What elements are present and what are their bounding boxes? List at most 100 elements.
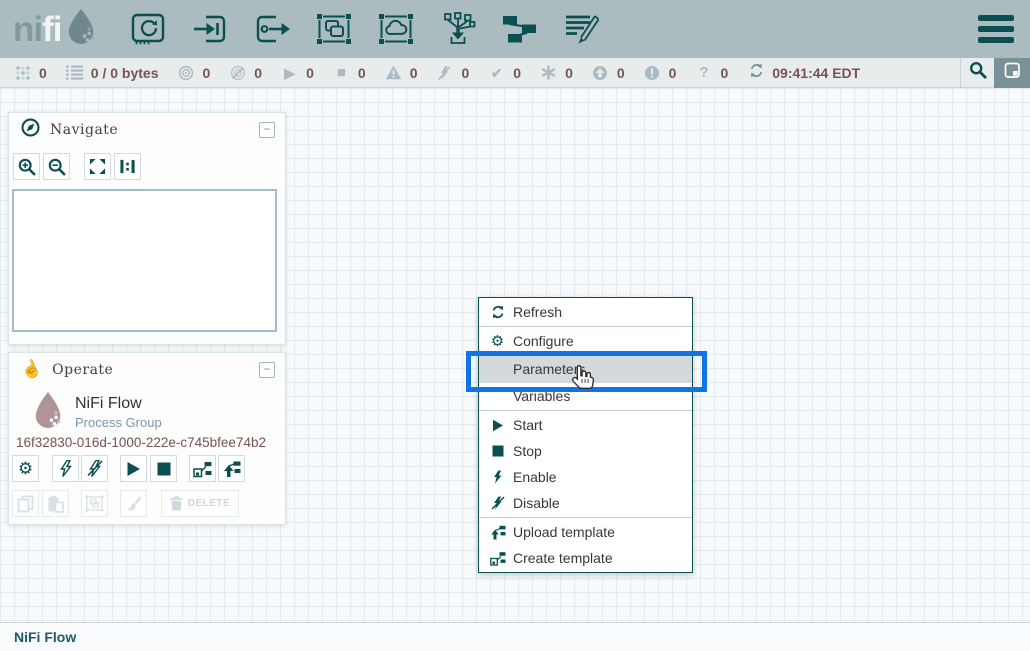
up-to-date-count: 0 <box>513 65 521 81</box>
bolt-icon <box>489 470 506 484</box>
play-icon <box>489 419 506 432</box>
delete-button-label: DELETE <box>188 498 230 509</box>
create-template-icon <box>193 460 212 478</box>
menu-item-upload-template[interactable]: Upload template <box>479 519 692 545</box>
funnel-icon[interactable] <box>438 11 478 47</box>
operate-panel: ☝ Operate − NiFi Flow Process Group 16f3… <box>8 352 286 525</box>
stop-button[interactable] <box>150 455 177 482</box>
selection-id: 16f32830-016d-1000-222e-c745bfee74b2 <box>16 435 266 450</box>
zoom-out-button[interactable] <box>43 153 70 180</box>
sync-failure-count: 0 <box>720 65 728 81</box>
menu-item-variables[interactable]: Variables <box>479 383 692 409</box>
configure-button[interactable]: ⚙ <box>12 455 39 482</box>
menu-item-label: Configure <box>513 333 574 349</box>
upload-template-icon <box>222 460 241 478</box>
upload-template-button[interactable] <box>218 455 245 482</box>
menu-item-label: Upload template <box>513 524 615 540</box>
paste-icon <box>47 495 64 513</box>
start-button[interactable] <box>120 455 147 482</box>
transmitting-icon <box>178 65 195 81</box>
stat-queued: 0 / 0 bytes <box>66 65 159 81</box>
stat-running: ▶ 0 <box>281 65 314 81</box>
status-bar: 0 0 / 0 bytes 0 0 ▶ 0 ■ 0 0 <box>0 58 1030 88</box>
menu-item-label: Stop <box>513 443 542 459</box>
group-button[interactable] <box>81 490 108 517</box>
template-icon[interactable] <box>500 11 540 47</box>
active-threads-count: 0 <box>39 65 47 81</box>
breadcrumb-root[interactable]: NiFi Flow <box>14 629 76 645</box>
selection-type: Process Group <box>75 415 162 430</box>
copy-button[interactable] <box>12 490 39 517</box>
upload-template-icon <box>489 525 506 540</box>
menu-item-refresh[interactable]: Refresh <box>479 299 692 325</box>
menu-item-label: Enable <box>513 469 557 485</box>
bolt-slash-icon <box>489 496 506 510</box>
component-toolbar <box>128 0 624 58</box>
zoom-fit-button[interactable] <box>84 153 111 180</box>
menu-item-label: Disable <box>513 495 560 511</box>
output-port-icon[interactable] <box>252 11 292 47</box>
group-icon <box>85 495 104 512</box>
refresh-icon <box>489 305 506 319</box>
process-group-icon[interactable] <box>314 11 354 47</box>
processor-icon[interactable] <box>128 11 168 47</box>
stat-transmitting: 0 <box>178 65 211 81</box>
enable-button[interactable] <box>52 455 79 482</box>
operate-collapse-button[interactable]: − <box>259 362 275 378</box>
menu-separator <box>479 517 692 518</box>
operate-panel-header: ☝ Operate − <box>9 353 285 387</box>
settings-icon <box>1004 62 1021 84</box>
menu-item-label: Refresh <box>513 304 562 320</box>
menu-item-configure[interactable]: ⚙ Configure <box>479 328 692 354</box>
queued-icon <box>66 65 83 80</box>
bolt-slash-icon <box>87 460 103 477</box>
actual-size-button[interactable] <box>114 153 141 180</box>
refresh-icon[interactable] <box>749 63 764 83</box>
running-count: 0 <box>306 65 314 81</box>
stopped-icon: ■ <box>333 65 350 80</box>
stat-disabled: 0 <box>436 65 469 81</box>
stat-stale: 0 <box>592 65 625 81</box>
nifi-droplet-icon <box>64 6 98 51</box>
input-port-icon[interactable] <box>190 11 230 47</box>
copy-icon <box>17 495 34 513</box>
stat-stopped: ■ 0 <box>333 65 366 81</box>
nifi-app: nifi <box>0 0 1030 651</box>
running-icon: ▶ <box>281 66 298 80</box>
disabled-count: 0 <box>461 65 469 81</box>
selection-name: NiFi Flow <box>75 395 162 413</box>
stat-locally-modified-stale: 0 <box>644 65 677 81</box>
delete-button[interactable]: DELETE <box>161 490 239 517</box>
play-icon <box>126 461 141 477</box>
stat-invalid: 0 <box>385 65 418 81</box>
menu-item-start[interactable]: Start <box>479 412 692 438</box>
navigate-collapse-button[interactable]: − <box>259 122 275 138</box>
stat-sync-failure: ? 0 <box>695 65 728 81</box>
color-button[interactable] <box>120 490 147 517</box>
search-button[interactable] <box>961 58 994 88</box>
menu-item-disable[interactable]: Disable <box>479 490 692 516</box>
settings-button[interactable] <box>994 58 1030 88</box>
menu-item-create-template[interactable]: Create template <box>479 545 692 571</box>
create-template-button[interactable] <box>189 455 216 482</box>
menu-item-stop[interactable]: Stop <box>479 438 692 464</box>
invalid-icon <box>385 65 402 80</box>
disable-button[interactable] <box>81 455 108 482</box>
search-icon <box>969 61 987 84</box>
zoom-in-button[interactable] <box>13 153 40 180</box>
menu-item-enable[interactable]: Enable <box>479 464 692 490</box>
compass-icon <box>21 118 40 142</box>
stop-icon <box>157 462 171 476</box>
label-icon[interactable] <box>562 11 602 47</box>
menu-separator <box>479 326 692 327</box>
global-menu-icon[interactable] <box>978 15 1014 43</box>
logo-text-fi: fi <box>42 7 61 53</box>
hand-icon: ☝ <box>18 357 45 383</box>
refresh-status[interactable]: 09:41:44 EDT <box>749 63 860 83</box>
menu-item-parameters[interactable]: Parameters <box>479 354 692 383</box>
paste-button[interactable] <box>42 490 69 517</box>
remote-process-group-icon[interactable] <box>376 11 416 47</box>
stale-icon <box>592 65 609 81</box>
birdseye-minimap[interactable] <box>12 189 277 332</box>
navigate-toolbar <box>9 147 285 180</box>
